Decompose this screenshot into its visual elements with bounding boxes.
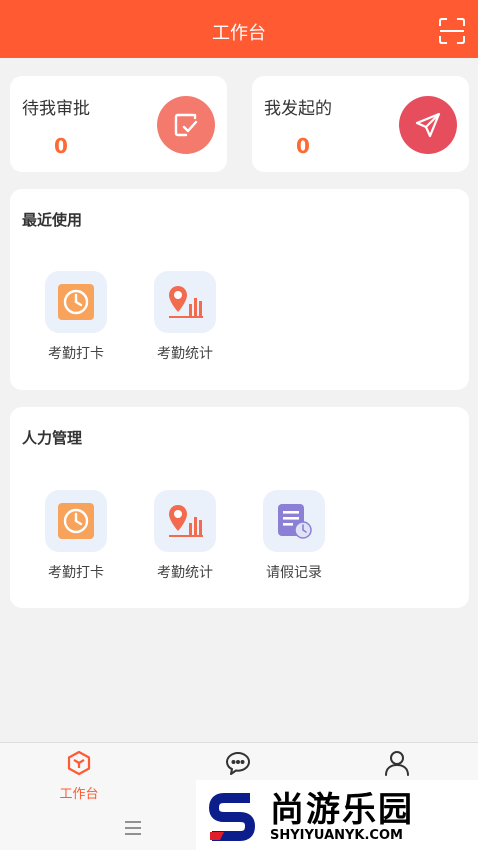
hr-section-title: 人力管理 (22, 429, 83, 447)
attendance-clock-icon (45, 271, 107, 333)
hr-app-label: 请假记录 (266, 565, 322, 581)
message-icon (226, 752, 250, 775)
watermark: 尚游乐园 SHYIYUANYK.COM (196, 780, 478, 850)
recent-app-attendance-clock[interactable]: 考勤打卡 (36, 271, 116, 363)
hr-app-attendance-stats[interactable]: 考勤统计 (145, 490, 225, 582)
workbench-icon (67, 750, 91, 776)
recent-section: 最近使用 考勤打卡 考勤统计 (10, 189, 469, 390)
workbench-tab[interactable]: 工作台 (39, 749, 119, 802)
scan-icon[interactable] (438, 17, 466, 45)
profile-icon (385, 751, 409, 776)
recent-app-label: 考勤打卡 (48, 346, 104, 362)
page-title: 工作台 (212, 23, 266, 44)
initiated-by-me-card[interactable]: 我发起的 0 (252, 76, 469, 172)
initiated-by-me-count: 0 (296, 134, 310, 158)
initiated-by-me-label: 我发起的 (264, 99, 332, 119)
hr-app-label: 考勤打卡 (48, 565, 104, 581)
pending-approval-label: 待我审批 (22, 99, 90, 119)
send-icon (399, 96, 457, 154)
message-tab[interactable] (198, 749, 278, 781)
workbench-tab-label: 工作台 (59, 787, 99, 802)
pending-approval-card[interactable]: 待我审批 0 (10, 76, 227, 172)
hr-management-section: 人力管理 考勤打卡 考勤统计 请假记录 (10, 407, 469, 608)
watermark-logo-icon (208, 793, 256, 841)
watermark-text: 尚游乐园 (270, 790, 414, 830)
approve-icon (157, 96, 215, 154)
hr-app-leave-record[interactable]: 请假记录 (254, 490, 334, 582)
recent-app-attendance-stats[interactable]: 考勤统计 (145, 271, 225, 363)
app-header: 工作台 (0, 0, 478, 58)
leave-record-icon (263, 490, 325, 552)
menu-icon[interactable] (123, 820, 143, 836)
attendance-clock-icon (45, 490, 107, 552)
pending-approval-count: 0 (54, 134, 68, 158)
attendance-stats-icon (154, 271, 216, 333)
hr-app-label: 考勤统计 (157, 565, 213, 581)
attendance-stats-icon (154, 490, 216, 552)
recent-section-title: 最近使用 (22, 211, 83, 229)
recent-app-label: 考勤统计 (157, 346, 213, 362)
watermark-url: SHYIYUANYK.COM (270, 828, 403, 843)
profile-tab[interactable] (357, 749, 437, 781)
hr-app-attendance-clock[interactable]: 考勤打卡 (36, 490, 116, 582)
